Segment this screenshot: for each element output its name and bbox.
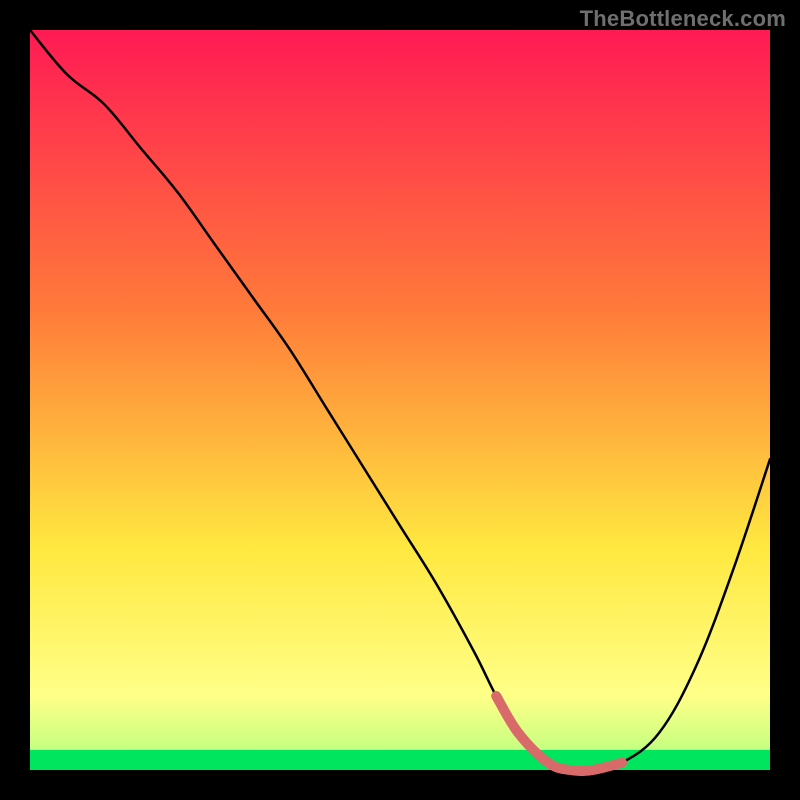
chart-stage: TheBottleneck.com <box>0 0 800 800</box>
gradient-plot-area <box>30 30 770 770</box>
watermark: TheBottleneck.com <box>580 6 786 32</box>
bottleneck-chart <box>0 0 800 800</box>
green-band <box>30 750 770 770</box>
